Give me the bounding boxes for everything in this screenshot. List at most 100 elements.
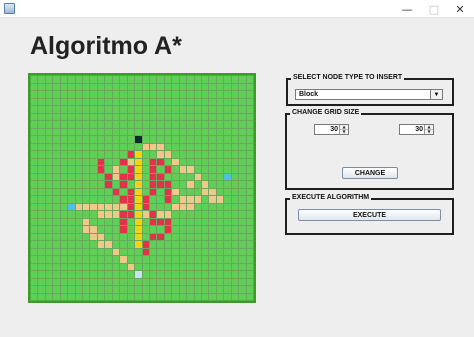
grid-cell[interactable] bbox=[105, 286, 112, 293]
grid-cell-yellow[interactable] bbox=[135, 196, 142, 203]
grid-cell-block[interactable] bbox=[164, 181, 172, 188]
grid-cell[interactable] bbox=[172, 113, 179, 120]
grid-cell[interactable] bbox=[246, 203, 253, 210]
grid-cell[interactable] bbox=[187, 188, 194, 195]
grid-cell[interactable] bbox=[90, 181, 97, 188]
grid-cell-block[interactable] bbox=[120, 226, 127, 233]
grid-cell[interactable] bbox=[60, 158, 68, 165]
grid-cell[interactable] bbox=[97, 83, 105, 90]
grid-cell[interactable] bbox=[60, 196, 68, 203]
grid-cell[interactable] bbox=[90, 263, 97, 270]
grid-cell[interactable] bbox=[231, 233, 239, 240]
grid-cell[interactable] bbox=[164, 83, 172, 90]
grid-cell[interactable] bbox=[157, 271, 164, 278]
grid-cell[interactable] bbox=[75, 113, 83, 120]
grid-cell[interactable] bbox=[60, 106, 68, 113]
grid-cell[interactable] bbox=[53, 158, 60, 165]
grid-cell[interactable] bbox=[224, 121, 231, 128]
grid-cell[interactable] bbox=[90, 143, 97, 150]
grid-cell[interactable] bbox=[31, 143, 38, 150]
grid-cell[interactable] bbox=[187, 218, 194, 225]
grid-cell[interactable] bbox=[231, 113, 239, 120]
grid-cell-yellow[interactable] bbox=[135, 181, 142, 188]
grid-cell[interactable] bbox=[105, 76, 112, 83]
grid-cell-path[interactable] bbox=[187, 203, 194, 210]
grid-cell[interactable] bbox=[209, 106, 216, 113]
grid-cell[interactable] bbox=[53, 181, 60, 188]
grid-cell[interactable] bbox=[83, 76, 90, 83]
grid-cell[interactable] bbox=[216, 166, 224, 173]
grid-cell[interactable] bbox=[90, 83, 97, 90]
grid-cell[interactable] bbox=[105, 166, 112, 173]
grid-cell[interactable] bbox=[112, 91, 120, 98]
grid-cell[interactable] bbox=[83, 188, 90, 195]
grid-cell[interactable] bbox=[187, 278, 194, 285]
grid-cell[interactable] bbox=[45, 173, 53, 180]
grid-cell[interactable] bbox=[31, 218, 38, 225]
maximize-button[interactable]: □ bbox=[420, 0, 448, 18]
grid-cell[interactable] bbox=[246, 136, 253, 143]
grid-cell[interactable] bbox=[239, 136, 246, 143]
grid-cell-path[interactable] bbox=[112, 248, 120, 255]
grid-cell-block[interactable] bbox=[142, 241, 149, 248]
grid-cell[interactable] bbox=[239, 166, 246, 173]
grid-cell[interactable] bbox=[75, 233, 83, 240]
grid-cell[interactable] bbox=[224, 136, 231, 143]
grid-cell[interactable] bbox=[75, 226, 83, 233]
grid-cell-block[interactable] bbox=[120, 173, 127, 180]
grid-cell-path[interactable] bbox=[112, 166, 120, 173]
grid-cell-path[interactable] bbox=[97, 211, 105, 218]
grid-cell[interactable] bbox=[127, 83, 135, 90]
grid-cell-block[interactable] bbox=[120, 158, 127, 165]
grid-cell[interactable] bbox=[68, 181, 75, 188]
grid-cell[interactable] bbox=[68, 98, 75, 105]
grid-cell[interactable] bbox=[60, 233, 68, 240]
grid-cell[interactable] bbox=[239, 113, 246, 120]
grid-cell[interactable] bbox=[38, 76, 45, 83]
grid-cell-block[interactable] bbox=[127, 151, 135, 158]
grid-cell[interactable] bbox=[60, 248, 68, 255]
grid-cell[interactable] bbox=[179, 256, 187, 263]
grid-cell[interactable] bbox=[231, 241, 239, 248]
grid-cell[interactable] bbox=[179, 278, 187, 285]
grid-cell[interactable] bbox=[127, 136, 135, 143]
grid-cell-goal[interactable] bbox=[135, 271, 142, 278]
grid-cell[interactable] bbox=[239, 83, 246, 90]
grid-cell[interactable] bbox=[127, 271, 135, 278]
grid-cell[interactable] bbox=[239, 106, 246, 113]
grid-cell[interactable] bbox=[209, 181, 216, 188]
grid-cell[interactable] bbox=[157, 293, 164, 300]
grid-cell[interactable] bbox=[179, 263, 187, 270]
grid-cell[interactable] bbox=[75, 98, 83, 105]
grid-cell[interactable] bbox=[68, 226, 75, 233]
grid-cell[interactable] bbox=[194, 76, 201, 83]
grid-cell[interactable] bbox=[135, 91, 142, 98]
grid-cell[interactable] bbox=[105, 226, 112, 233]
grid-cell[interactable] bbox=[53, 286, 60, 293]
grid-cell[interactable] bbox=[112, 181, 120, 188]
grid-cell[interactable] bbox=[127, 233, 135, 240]
grid-cell[interactable] bbox=[45, 188, 53, 195]
grid-cell-path[interactable] bbox=[97, 233, 105, 240]
grid-cell[interactable] bbox=[231, 136, 239, 143]
grid-cell[interactable] bbox=[142, 113, 149, 120]
grid-cell[interactable] bbox=[239, 278, 246, 285]
grid-cell[interactable] bbox=[172, 76, 179, 83]
grid-cell[interactable] bbox=[31, 278, 38, 285]
grid-cell-path[interactable] bbox=[97, 241, 105, 248]
grid-cell[interactable] bbox=[216, 106, 224, 113]
grid-cell[interactable] bbox=[172, 241, 179, 248]
grid-cell[interactable] bbox=[31, 241, 38, 248]
grid-cell[interactable] bbox=[90, 121, 97, 128]
grid-cell[interactable] bbox=[231, 151, 239, 158]
grid-cell[interactable] bbox=[194, 91, 201, 98]
grid-cell[interactable] bbox=[246, 128, 253, 135]
grid-cell-block[interactable] bbox=[164, 218, 172, 225]
grid-cell[interactable] bbox=[224, 226, 231, 233]
grid-cell[interactable] bbox=[179, 226, 187, 233]
grid-cell[interactable] bbox=[157, 98, 164, 105]
grid-cell[interactable] bbox=[97, 271, 105, 278]
grid-cell[interactable] bbox=[239, 233, 246, 240]
grid-cell[interactable] bbox=[31, 196, 38, 203]
grid-cell[interactable] bbox=[31, 136, 38, 143]
